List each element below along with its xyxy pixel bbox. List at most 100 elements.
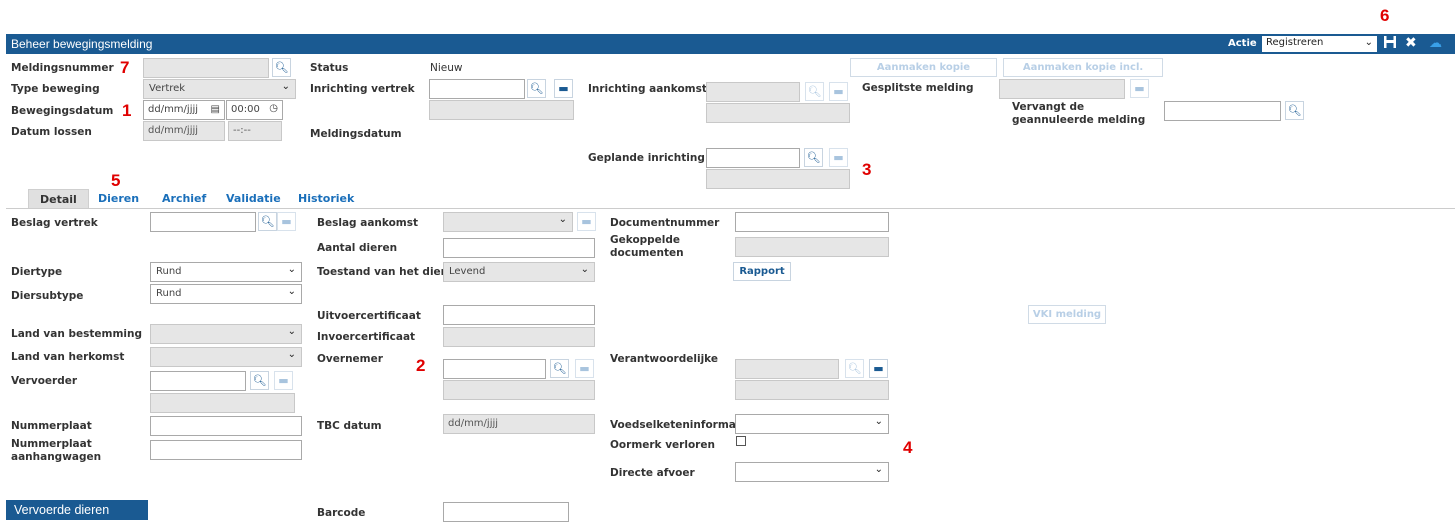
tab-divider: [6, 208, 1455, 209]
bewegingsdatum-time-input[interactable]: 00:00 ◷: [226, 100, 283, 120]
tab-detail[interactable]: Detail: [28, 189, 89, 209]
oormerk-label: Oormerk verloren: [610, 439, 715, 451]
clock-icon: ◷: [269, 103, 278, 114]
datum-lossen-time-input[interactable]: --:--: [228, 121, 282, 141]
nummerplaat-aanhang-input[interactable]: [150, 440, 302, 460]
inrichting-aankomst-folder-button[interactable]: ▬: [829, 82, 848, 101]
inrichting-vertrek-folder-button[interactable]: ▬: [554, 79, 573, 98]
actie-select[interactable]: Registreren ⌄: [1262, 36, 1377, 52]
land-bestemming-label: Land van bestemming: [11, 328, 142, 340]
search-icon: 🔍︎: [552, 362, 567, 375]
invoercertificaat-label: Invoercertificaat: [317, 331, 416, 343]
annotation-marker-7: 7: [120, 58, 130, 77]
land-bestemming-select[interactable]: ⌄: [150, 324, 302, 344]
vki-melding-button[interactable]: VKI melding: [1028, 305, 1106, 324]
close-icon[interactable]: ✖: [1405, 35, 1417, 51]
overnemer-search-button[interactable]: 🔍︎: [550, 359, 569, 378]
chevron-down-icon: ⌄: [287, 264, 296, 275]
gekoppelde-input[interactable]: [735, 237, 889, 257]
nummerplaat-input[interactable]: [150, 416, 302, 436]
toestand-select[interactable]: Levend ⌄: [443, 262, 595, 282]
tbc-datum-input[interactable]: dd/mm/jjjj: [443, 414, 595, 434]
barcode-input[interactable]: [443, 502, 569, 522]
meldingsnummer-input[interactable]: [143, 58, 269, 78]
geplande-inrichting-folder-button[interactable]: ▬: [829, 148, 848, 167]
documentnummer-input[interactable]: [735, 212, 889, 232]
search-icon: 🔍︎: [806, 151, 821, 164]
geplande-inrichting-search-button[interactable]: 🔍︎: [804, 148, 823, 167]
diersubtype-value: Rund: [156, 288, 182, 299]
datum-lossen-date-input[interactable]: dd/mm/jjjj: [143, 121, 225, 141]
cloud-icon[interactable]: ☁: [1429, 36, 1442, 51]
meldingsdatum-label: Meldingsdatum: [310, 128, 402, 140]
date-placeholder: dd/mm/jjjj: [148, 104, 199, 115]
page-title: Beheer bewegingsmelding: [11, 37, 153, 51]
vervangt-input[interactable]: [1164, 101, 1281, 121]
vervoerder-folder-button[interactable]: ▬: [274, 371, 293, 390]
meldingsnummer-search-button[interactable]: 🔍︎: [272, 58, 291, 77]
vervoerde-dieren-header: Vervoerde dieren: [6, 500, 148, 520]
vervoerder-search-button[interactable]: 🔍︎: [250, 371, 269, 390]
gesplitste-melding-input[interactable]: [999, 79, 1125, 99]
aanmaken-kopie-button[interactable]: Aanmaken kopie: [850, 58, 997, 77]
chevron-down-icon: ⌄: [874, 464, 883, 475]
type-beweging-select[interactable]: Vertrek ⌄: [143, 79, 296, 99]
datum-lossen-label: Datum lossen: [11, 126, 92, 138]
beslag-aankomst-label: Beslag aankomst: [317, 217, 419, 229]
inrichting-vertrek-label: Inrichting vertrek: [310, 83, 415, 95]
diertype-select[interactable]: Rund ⌄: [150, 262, 302, 282]
folder-icon: ▬: [833, 85, 844, 98]
bewegingsdatum-date-input[interactable]: dd/mm/jjjj ▤: [143, 100, 225, 120]
toestand-label: Toestand van het dier: [317, 266, 446, 278]
time-value: 00:00: [231, 104, 260, 115]
verantwoordelijke-input[interactable]: [735, 359, 839, 379]
uitvoercertificaat-input[interactable]: [443, 305, 595, 325]
overnemer-folder-button[interactable]: ▬: [575, 359, 594, 378]
beslag-vertrek-folder-button[interactable]: ▬: [277, 212, 296, 231]
annotation-marker-6: 6: [1380, 6, 1390, 25]
actie-label: Actie: [1228, 38, 1257, 49]
aanmaken-kopie-dieren-button[interactable]: Aanmaken kopie incl. dieren: [1003, 58, 1163, 90]
meldingsnummer-label: Meldingsnummer: [11, 62, 114, 74]
aantal-dieren-input[interactable]: [443, 238, 595, 258]
voedselketen-select[interactable]: ⌄: [735, 414, 889, 434]
tab-historiek[interactable]: Historiek: [298, 192, 354, 205]
tab-dieren[interactable]: Dieren: [98, 192, 139, 205]
folder-icon: ▬: [278, 374, 289, 387]
chevron-down-icon: ⌄: [580, 264, 589, 275]
inrichting-aankomst-input[interactable]: [706, 82, 800, 102]
directe-afvoer-select[interactable]: ⌄: [735, 462, 889, 482]
vervangt-search-button[interactable]: 🔍︎: [1285, 101, 1304, 120]
rapport-button[interactable]: Rapport: [733, 262, 791, 281]
inrichting-vertrek-search-button[interactable]: 🔍︎: [527, 79, 546, 98]
tab-validatie[interactable]: Validatie: [226, 192, 281, 205]
gekoppelde-label: Gekoppelde documenten: [610, 234, 684, 259]
vervoerder-input[interactable]: [150, 371, 246, 391]
date-placeholder: dd/mm/jjjj: [148, 125, 199, 136]
beslag-vertrek-search-button[interactable]: 🔍︎: [258, 212, 277, 231]
annotation-marker-2: 2: [416, 356, 426, 375]
beslag-aankomst-select[interactable]: ⌄: [443, 212, 573, 232]
beslag-vertrek-input[interactable]: [150, 212, 256, 232]
save-icon[interactable]: [1383, 35, 1397, 53]
diersubtype-select[interactable]: Rund ⌄: [150, 284, 302, 304]
inrichting-vertrek-input[interactable]: [429, 79, 525, 99]
annotation-marker-4: 4: [903, 438, 913, 457]
inrichting-aankomst-search-button[interactable]: 🔍︎: [805, 82, 824, 101]
overnemer-input[interactable]: [443, 359, 546, 379]
nummerplaat-label: Nummerplaat: [11, 420, 92, 432]
verantwoordelijke-search-button[interactable]: 🔍︎: [845, 359, 864, 378]
gesplitste-melding-folder-button[interactable]: ▬: [1130, 79, 1149, 98]
geplande-inrichting-label: Geplande inrichting: [588, 152, 705, 164]
geplande-inrichting-input[interactable]: [706, 148, 800, 168]
oormerk-checkbox[interactable]: [736, 436, 746, 446]
beslag-aankomst-folder-button[interactable]: ▬: [577, 212, 596, 231]
verantwoordelijke-name: [735, 380, 889, 400]
search-icon: 🔍︎: [252, 374, 267, 387]
invoercertificaat-input[interactable]: [443, 327, 595, 347]
land-herkomst-select[interactable]: ⌄: [150, 347, 302, 367]
tab-archief[interactable]: Archief: [162, 192, 206, 205]
verantwoordelijke-folder-button[interactable]: ▬: [869, 359, 888, 378]
chevron-down-icon: ⌄: [287, 349, 296, 360]
gesplitste-melding-label: Gesplitste melding: [862, 82, 974, 94]
